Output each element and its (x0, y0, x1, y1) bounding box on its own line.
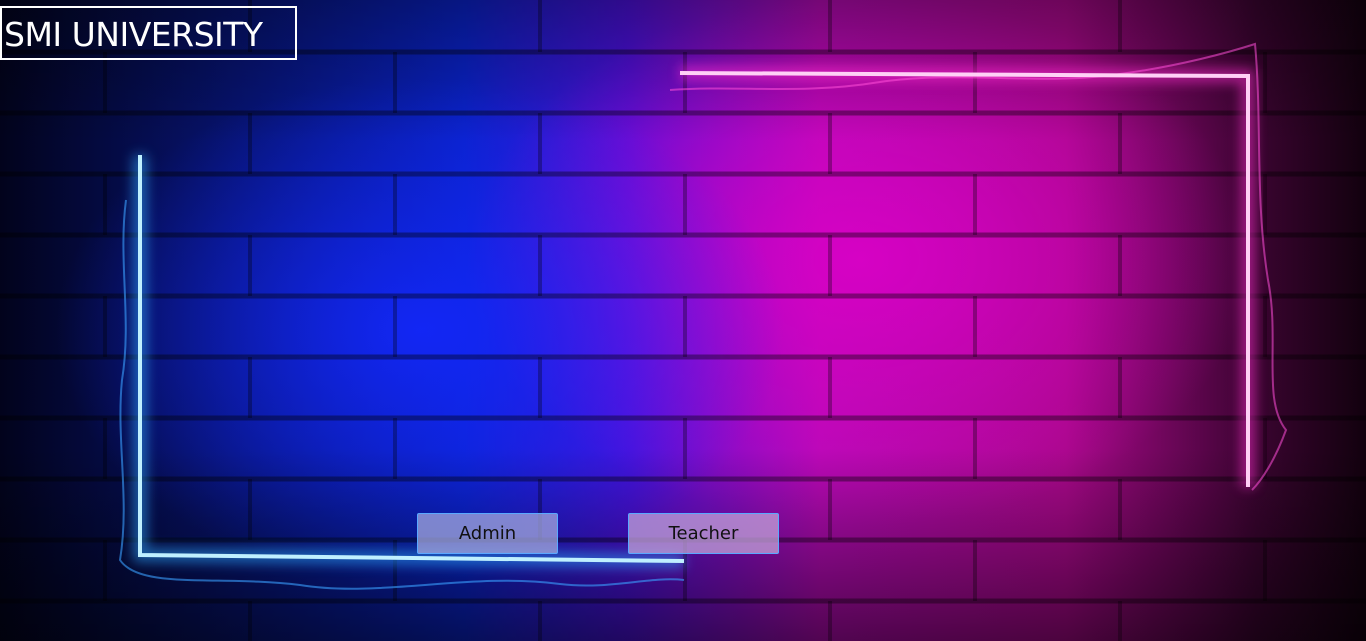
neon-pink-corner (669, 42, 1288, 491)
admin-button-label: Admin (458, 523, 517, 544)
university-title: SMI UNIVERSITY (0, 6, 297, 60)
teacher-button-label: Teacher (668, 523, 739, 544)
login-landing-screen: SMI UNIVERSITY Admin Teacher (0, 0, 1366, 641)
teacher-button[interactable]: Teacher (628, 513, 779, 554)
admin-button[interactable]: Admin (417, 513, 558, 554)
neon-blue-corner (118, 155, 685, 590)
